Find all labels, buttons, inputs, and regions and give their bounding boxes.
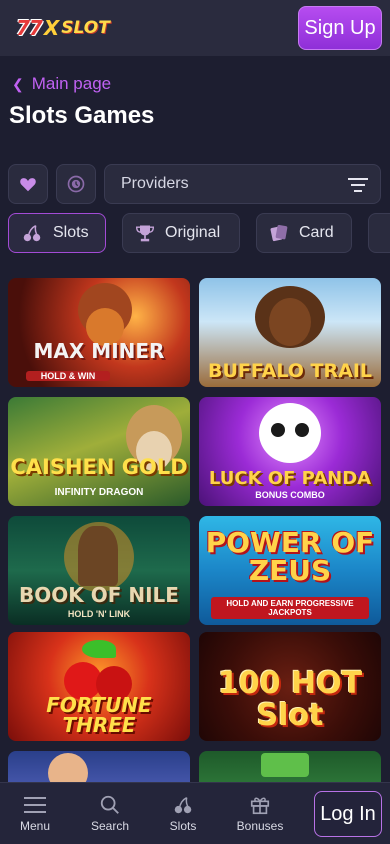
game-subtitle: HOLD AND EARN PROGRESSIVE JACKPOTS bbox=[211, 597, 369, 619]
tab-label: Slots bbox=[53, 224, 89, 241]
trophy-icon bbox=[135, 223, 155, 243]
nav-label: Search bbox=[90, 819, 130, 833]
login-button[interactable]: Log In bbox=[314, 791, 382, 837]
cherry-icon bbox=[153, 791, 213, 819]
game-title: BOOK OF NILE bbox=[19, 583, 179, 607]
breadcrumb[interactable]: ❮ Main page bbox=[12, 74, 111, 94]
game-title: CAISHEN GOLD bbox=[10, 455, 188, 479]
hamburger-icon bbox=[5, 791, 65, 819]
filter-lines-icon bbox=[348, 178, 368, 192]
tab-slots[interactable]: Slots bbox=[8, 213, 106, 253]
logo-slot: SLOT bbox=[61, 18, 110, 38]
nav-slots[interactable]: Slots bbox=[153, 791, 213, 833]
tab-more[interactable] bbox=[368, 213, 390, 253]
game-title: LUCK OF PANDA bbox=[208, 468, 372, 489]
game-title: 100 HOT Slot bbox=[217, 666, 363, 733]
cherry-icon bbox=[21, 222, 43, 244]
providers-label: Providers bbox=[121, 175, 189, 192]
game-tile-power-of-zeus[interactable]: POWER OF ZEUS HOLD AND EARN PROGRESSIVE … bbox=[199, 516, 381, 625]
game-subtitle: HOLD & WIN bbox=[26, 371, 110, 381]
nav-label: Slots bbox=[169, 819, 197, 833]
game-tile-caishen-gold[interactable]: CAISHEN GOLD INFINITY DRAGON bbox=[8, 397, 190, 506]
nav-label: Bonuses bbox=[236, 819, 284, 833]
game-title: POWER OF ZEUS bbox=[205, 526, 375, 587]
game-tile-fortune-three[interactable]: FORTUNE THREE bbox=[8, 632, 190, 741]
game-title: BUFFALO TRAIL bbox=[207, 360, 373, 382]
game-title: FORTUNE THREE bbox=[46, 693, 152, 737]
search-icon bbox=[80, 791, 140, 819]
game-subtitle: BONUS COMBO bbox=[255, 490, 325, 500]
page-title: Slots Games bbox=[9, 102, 155, 129]
game-tile-luck-of-panda[interactable]: LUCK OF PANDA BONUS COMBO bbox=[199, 397, 381, 506]
card-icon bbox=[269, 223, 289, 243]
game-title: MAX MINER bbox=[33, 339, 165, 363]
heart-icon bbox=[20, 178, 36, 192]
signup-button[interactable]: Sign Up bbox=[298, 6, 382, 50]
recent-button[interactable] bbox=[56, 164, 96, 204]
logo-x: X bbox=[43, 16, 60, 40]
tab-label: Card bbox=[299, 224, 334, 241]
chevron-left-icon: ❮ bbox=[12, 75, 24, 92]
game-tile-buffalo-trail[interactable]: BUFFALO TRAIL bbox=[199, 278, 381, 387]
tab-card[interactable]: Card bbox=[256, 213, 352, 253]
nav-search[interactable]: Search bbox=[80, 791, 140, 833]
game-subtitle: HOLD 'N' LINK bbox=[67, 609, 131, 619]
game-tile-100-hot-slot[interactable]: 100 HOT Slot bbox=[199, 632, 381, 741]
tab-original[interactable]: Original bbox=[122, 213, 240, 253]
page: 77 X SLOT Sign Up ❮ Main page Slots Game… bbox=[0, 0, 390, 844]
game-tile-max-miner[interactable]: MAX MINER HOLD & WIN bbox=[8, 278, 190, 387]
game-tile-book-of-nile[interactable]: BOOK OF NILE HOLD 'N' LINK bbox=[8, 516, 190, 625]
providers-dropdown[interactable]: Providers bbox=[104, 164, 381, 204]
nav-menu[interactable]: Menu bbox=[5, 791, 65, 833]
clock-icon bbox=[67, 175, 85, 193]
tab-label: Original bbox=[165, 224, 221, 241]
logo[interactable]: 77 X SLOT bbox=[16, 15, 110, 41]
logo-number: 77 bbox=[16, 16, 43, 40]
favorites-button[interactable] bbox=[8, 164, 48, 204]
bottom-nav: Menu Search Slots Bonuses Log In bbox=[0, 782, 390, 844]
breadcrumb-label: Main page bbox=[31, 74, 112, 93]
gift-icon bbox=[230, 791, 290, 819]
nav-bonuses[interactable]: Bonuses bbox=[230, 791, 290, 833]
nav-label: Menu bbox=[19, 819, 51, 833]
top-header: 77 X SLOT Sign Up bbox=[0, 0, 390, 56]
game-subtitle: INFINITY DRAGON bbox=[54, 487, 144, 498]
